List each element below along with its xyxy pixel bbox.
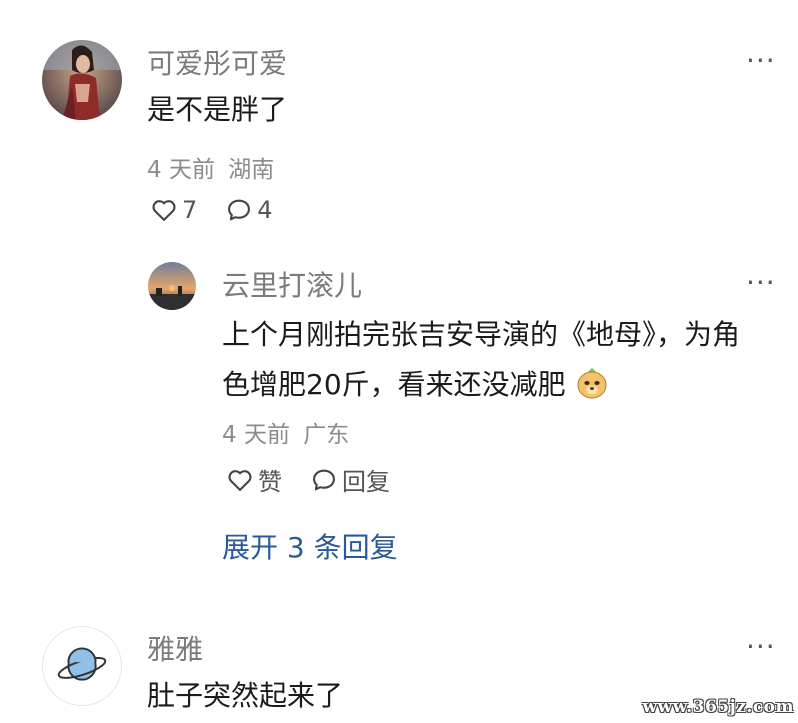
username[interactable]: 雅雅 [147, 628, 203, 668]
like-button[interactable]: 7 [150, 196, 197, 224]
like-label: 赞 [258, 468, 282, 496]
chat-bubble-icon [228, 199, 251, 221]
reply-text: 上个月刚拍完张吉安导演的《地母》，为角 色增肥20斤，看来还没减肥 [222, 310, 782, 410]
reply-text-line: 色增肥20斤，看来还没减肥 [222, 360, 782, 410]
reply-actions: 赞 回复 [226, 462, 418, 497]
comment-location: 湖南 [228, 157, 275, 183]
avatar[interactable] [42, 626, 122, 706]
planet-icon [57, 647, 107, 681]
reply-time: 4 天前 [222, 422, 290, 448]
comment-actions: 7 4 [150, 196, 301, 224]
avatar[interactable] [148, 262, 196, 310]
watermark: www.365jz.com [642, 697, 794, 717]
username[interactable]: 可爱彤可爱 [147, 42, 287, 82]
reply-count: 4 [257, 196, 273, 224]
reply-button[interactable]: 回复 [310, 462, 390, 497]
comment-text: 肚子突然起来了 [147, 679, 344, 712]
chat-bubble-icon [313, 469, 335, 490]
expand-replies-link[interactable]: 展开 3 条回复 [222, 526, 398, 566]
comment-text: 是不是胖了 [147, 93, 288, 126]
reply-text-line: 上个月刚拍完张吉安导演的《地母》，为角 [222, 318, 741, 351]
like-button[interactable]: 赞 [226, 462, 282, 497]
reply-button[interactable]: 4 [225, 196, 273, 224]
reply-label: 回复 [342, 468, 390, 496]
avatar-character-icon [42, 40, 122, 120]
doge-face-emoji-icon [577, 368, 607, 399]
comment-time: 4 天前 [147, 157, 215, 183]
more-dots-icon[interactable]: ··· [746, 47, 776, 75]
reply-meta: 4 天前 广东 [222, 415, 349, 449]
like-count: 7 [182, 196, 198, 224]
comment-meta: 4 天前 湖南 [147, 150, 274, 184]
more-dots-icon[interactable]: ··· [746, 633, 776, 661]
avatar[interactable] [42, 40, 122, 120]
more-dots-icon[interactable]: ··· [746, 269, 776, 297]
heart-icon [228, 469, 252, 491]
sunset-landscape-avatar-icon [148, 262, 196, 310]
username[interactable]: 云里打滚儿 [222, 264, 362, 304]
reply-text-line2: 色增肥20斤，看来还没减肥 [222, 368, 566, 401]
reply-location: 广东 [303, 422, 350, 448]
heart-icon [152, 200, 176, 221]
